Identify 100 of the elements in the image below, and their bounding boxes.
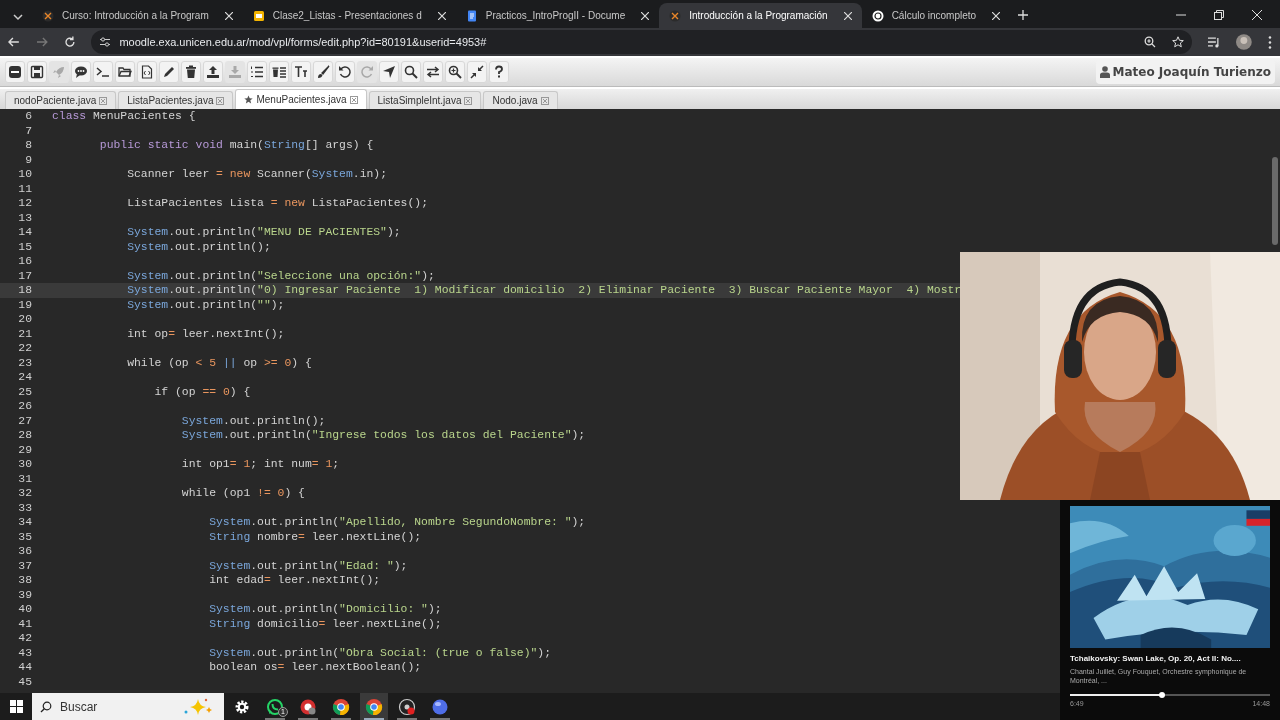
- code-line: int op= leer.nextInt();: [127, 326, 285, 341]
- zoom-in-button[interactable]: [445, 61, 465, 83]
- swap-arrows-icon: [426, 65, 440, 79]
- question-mark-button[interactable]: [489, 61, 509, 83]
- line-number: 31: [17, 471, 32, 486]
- location-arrow-button[interactable]: [379, 61, 399, 83]
- back-icon[interactable]: [8, 36, 20, 48]
- line-number: 17: [17, 268, 32, 283]
- close-tab-icon[interactable]: [437, 11, 446, 20]
- browser-tab[interactable]: Curso: Introducción a la Program: [32, 3, 243, 28]
- user-icon: [1099, 66, 1110, 78]
- upload-button[interactable]: [203, 61, 223, 83]
- folder-button[interactable]: [115, 61, 135, 83]
- file-tab[interactable]: ListaSimpleInt.java: [368, 91, 482, 109]
- track-title: Tchaikovsky: Swan Lake, Op. 20, Act II: No....: [1070, 653, 1241, 664]
- code-line: Scanner leer = new Scanner(System.in);: [127, 167, 387, 182]
- close-tab-icon[interactable]: [224, 11, 233, 20]
- rocket-icon: [52, 65, 66, 79]
- zoom-icon[interactable]: [1143, 36, 1156, 48]
- speech-bubble-button[interactable]: [71, 61, 91, 83]
- undo-button[interactable]: [335, 61, 355, 83]
- save-icon: [30, 65, 44, 79]
- code-line: System.out.println("Ingrese todos los datos del Paciente");: [181, 428, 586, 443]
- line-number: 24: [17, 370, 32, 385]
- paintbrush-icon: [316, 65, 330, 79]
- code-line: while (op1 != 0) {: [181, 486, 305, 501]
- url-text: moodle.exa.unicen.edu.ar/mod/vpl/forms/edit.php?id=80191&userid=4953#: [119, 34, 488, 50]
- file-tab[interactable]: nodoPaciente.java: [5, 91, 117, 109]
- line-number: 14: [17, 225, 32, 240]
- running-indicator: [397, 718, 417, 720]
- line-number: 13: [17, 210, 32, 225]
- line-number: 10: [17, 167, 32, 182]
- taskbar-app-button[interactable]: [360, 693, 388, 720]
- reload-icon[interactable]: [63, 36, 76, 48]
- code-line: if (op == 0) {: [154, 384, 251, 399]
- restore-icon[interactable]: [1214, 10, 1224, 20]
- pencil-button[interactable]: [159, 61, 179, 83]
- line-number: 42: [17, 631, 32, 646]
- browser-tab[interactable]: Introducción a la Programación: [659, 3, 862, 28]
- code-line: System.out.println("Edad: ");: [209, 558, 408, 573]
- text-size-button[interactable]: [291, 61, 311, 83]
- line-number: 37: [17, 558, 32, 573]
- star-icon: [244, 95, 254, 104]
- search-button[interactable]: [401, 61, 421, 83]
- taskbar-search-bar[interactable]: Buscar: [32, 693, 224, 720]
- trash-button[interactable]: [181, 61, 201, 83]
- swap-arrows-button[interactable]: [423, 61, 443, 83]
- numbered-list-button[interactable]: [247, 61, 267, 83]
- code-line: System.out.println("Obra Social: (true o false)");: [209, 645, 551, 660]
- code-line: System.out.println("");: [127, 297, 285, 312]
- windows-start-icon[interactable]: [9, 700, 23, 713]
- code-file-icon: [140, 65, 154, 79]
- file-tab[interactable]: MenuPacientes.java: [235, 89, 367, 109]
- close-tab-icon[interactable]: [641, 11, 650, 20]
- new-tab-icon[interactable]: [1018, 10, 1029, 20]
- browser-tab[interactable]: Clase2_Listas - Presentaciones d: [242, 3, 456, 28]
- location-arrow-icon: [382, 65, 396, 79]
- bookmark-star-icon[interactable]: [1171, 36, 1184, 48]
- chat-bubble-icon: [266, 697, 284, 716]
- code-line: int edad= leer.nextInt();: [209, 573, 381, 588]
- code-file-button[interactable]: [137, 61, 157, 83]
- chrome-logo-icon: [365, 697, 383, 716]
- trash-list-icon: [272, 65, 286, 79]
- close-tab-icon[interactable]: [992, 11, 1001, 20]
- browser-tab[interactable]: Cálculo incompleto: [861, 3, 1011, 28]
- compress-button[interactable]: [467, 61, 487, 83]
- menu-icon[interactable]: [1268, 35, 1273, 49]
- close-tab-icon[interactable]: [843, 11, 852, 20]
- code-line: ListaPacientes Lista = new ListaPacientes();: [127, 196, 428, 211]
- line-number: 40: [17, 602, 32, 617]
- code-line: System.out.println("Seleccione una opción:");: [127, 268, 435, 283]
- collapse-button[interactable]: [5, 61, 25, 83]
- code-line: String nombre= leer.nextLine();: [209, 529, 422, 544]
- trash-list-button[interactable]: [269, 61, 289, 83]
- chrome-logo-icon: [332, 697, 350, 716]
- progress-thumb[interactable]: [1159, 692, 1165, 698]
- browser-tab[interactable]: Practicos_IntroProgII - Docume: [455, 3, 660, 28]
- undo-icon: [338, 65, 352, 79]
- code-line: System.out.println("0) Ingresar Paciente 1) Modificar domicilio 2) Eliminar Paciente 3) Buscar Paciente Mayor 4) Mostr: [127, 283, 962, 298]
- line-number: 9: [24, 152, 32, 167]
- save-button[interactable]: [27, 61, 47, 83]
- site-settings-icon[interactable]: [99, 36, 112, 48]
- media-queue-icon[interactable]: [1207, 36, 1221, 48]
- question-mark-icon: [492, 65, 506, 79]
- running-indicator: [331, 718, 351, 720]
- search-field[interactable]: Buscar: [60, 697, 174, 716]
- address-bar[interactable]: moodle.exa.unicen.edu.ar/mod/vpl/forms/edit.php?id=80191&userid=4953#: [91, 30, 1192, 54]
- line-number: 33: [17, 500, 32, 515]
- file-tab[interactable]: ListaPacientes.java: [118, 91, 234, 109]
- forward-icon[interactable]: [35, 36, 48, 48]
- line-number: 18: [17, 283, 32, 298]
- line-number: 36: [17, 544, 32, 559]
- tab-list-icon[interactable]: [13, 13, 23, 21]
- target-icon: [299, 697, 317, 716]
- pencil-icon: [162, 65, 176, 79]
- file-tab[interactable]: Nodo.java: [483, 91, 558, 109]
- profile-avatar[interactable]: [1236, 34, 1253, 50]
- paintbrush-button[interactable]: [313, 61, 333, 83]
- scrollbar-thumb[interactable]: [1272, 157, 1278, 245]
- terminal-button[interactable]: [93, 61, 113, 83]
